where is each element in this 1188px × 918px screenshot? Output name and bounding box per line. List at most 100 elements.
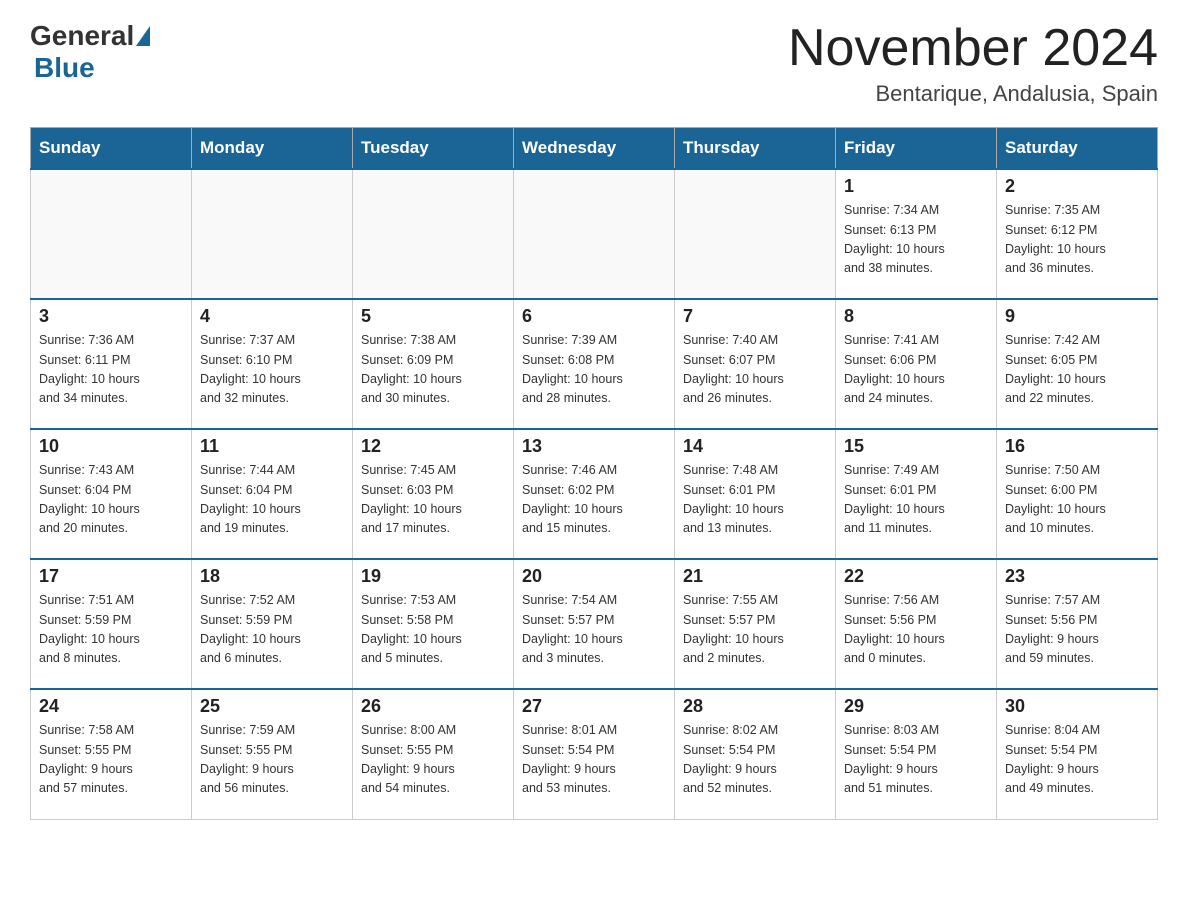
calendar-day-cell: 27 Sunrise: 8:01 AM Sunset: 5:54 PM Dayli… bbox=[514, 689, 675, 819]
day-number: 12 bbox=[361, 436, 505, 457]
day-info: Sunrise: 8:01 AM Sunset: 5:54 PM Dayligh… bbox=[522, 721, 666, 799]
day-info: Sunrise: 7:44 AM Sunset: 6:04 PM Dayligh… bbox=[200, 461, 344, 539]
calendar-day-header: Monday bbox=[192, 128, 353, 170]
logo-triangle-icon bbox=[136, 26, 150, 46]
day-number: 16 bbox=[1005, 436, 1149, 457]
calendar-day-cell: 21Sunrise: 7:55 AM Sunset: 5:57 PM Dayli… bbox=[675, 559, 836, 689]
calendar-day-cell: 3Sunrise: 7:36 AM Sunset: 6:11 PM Daylig… bbox=[31, 299, 192, 429]
day-info: Sunrise: 8:03 AM Sunset: 5:54 PM Dayligh… bbox=[844, 721, 988, 799]
day-info: Sunrise: 7:48 AM Sunset: 6:01 PM Dayligh… bbox=[683, 461, 827, 539]
calendar-day-cell: 10Sunrise: 7:43 AM Sunset: 6:04 PM Dayli… bbox=[31, 429, 192, 559]
calendar-day-cell: 29 Sunrise: 8:03 AM Sunset: 5:54 PM Dayli… bbox=[836, 689, 997, 819]
calendar-week-row: 3Sunrise: 7:36 AM Sunset: 6:11 PM Daylig… bbox=[31, 299, 1158, 429]
calendar-day-cell: 17 Sunrise: 7:51 AM Sunset: 5:59 PM Dayli… bbox=[31, 559, 192, 689]
day-number: 3 bbox=[39, 306, 183, 327]
calendar-day-cell bbox=[353, 169, 514, 299]
calendar-day-cell: 1 Sunrise: 7:34 AM Sunset: 6:13 PM Daylig… bbox=[836, 169, 997, 299]
day-info: Sunrise: 7:39 AM Sunset: 6:08 PM Dayligh… bbox=[522, 331, 666, 409]
calendar-day-cell bbox=[675, 169, 836, 299]
day-info: Sunrise: 8:02 AM Sunset: 5:54 PM Dayligh… bbox=[683, 721, 827, 799]
calendar-day-cell: 7 Sunrise: 7:40 AM Sunset: 6:07 PM Daylig… bbox=[675, 299, 836, 429]
day-info: Sunrise: 8:00 AM Sunset: 5:55 PM Dayligh… bbox=[361, 721, 505, 799]
page-header: General Blue November 2024 Bentarique, A… bbox=[30, 20, 1158, 107]
day-info: Sunrise: 7:50 AM Sunset: 6:00 PM Dayligh… bbox=[1005, 461, 1149, 539]
day-info: Sunrise: 7:34 AM Sunset: 6:13 PM Dayligh… bbox=[844, 201, 988, 279]
day-number: 22 bbox=[844, 566, 988, 587]
calendar-day-cell: 13 Sunrise: 7:46 AM Sunset: 6:02 PM Dayli… bbox=[514, 429, 675, 559]
calendar-day-cell: 14Sunrise: 7:48 AM Sunset: 6:01 PM Dayli… bbox=[675, 429, 836, 559]
calendar-day-cell: 9 Sunrise: 7:42 AM Sunset: 6:05 PM Daylig… bbox=[997, 299, 1158, 429]
calendar-week-row: 24Sunrise: 7:58 AM Sunset: 5:55 PM Dayli… bbox=[31, 689, 1158, 819]
day-number: 1 bbox=[844, 176, 988, 197]
day-info: Sunrise: 8:04 AM Sunset: 5:54 PM Dayligh… bbox=[1005, 721, 1149, 799]
day-number: 23 bbox=[1005, 566, 1149, 587]
calendar-day-cell: 24Sunrise: 7:58 AM Sunset: 5:55 PM Dayli… bbox=[31, 689, 192, 819]
calendar-day-cell: 15Sunrise: 7:49 AM Sunset: 6:01 PM Dayli… bbox=[836, 429, 997, 559]
day-number: 9 bbox=[1005, 306, 1149, 327]
calendar-day-header: Thursday bbox=[675, 128, 836, 170]
calendar-day-cell bbox=[31, 169, 192, 299]
day-number: 5 bbox=[361, 306, 505, 327]
calendar-day-cell: 11 Sunrise: 7:44 AM Sunset: 6:04 PM Dayli… bbox=[192, 429, 353, 559]
calendar-day-cell: 6 Sunrise: 7:39 AM Sunset: 6:08 PM Daylig… bbox=[514, 299, 675, 429]
day-number: 15 bbox=[844, 436, 988, 457]
day-info: Sunrise: 7:45 AM Sunset: 6:03 PM Dayligh… bbox=[361, 461, 505, 539]
calendar-day-cell: 8Sunrise: 7:41 AM Sunset: 6:06 PM Daylig… bbox=[836, 299, 997, 429]
day-number: 19 bbox=[361, 566, 505, 587]
day-info: Sunrise: 7:41 AM Sunset: 6:06 PM Dayligh… bbox=[844, 331, 988, 409]
calendar-day-header: Friday bbox=[836, 128, 997, 170]
calendar-day-header: Tuesday bbox=[353, 128, 514, 170]
calendar-day-cell: 25 Sunrise: 7:59 AM Sunset: 5:55 PM Dayli… bbox=[192, 689, 353, 819]
day-info: Sunrise: 7:55 AM Sunset: 5:57 PM Dayligh… bbox=[683, 591, 827, 669]
day-info: Sunrise: 7:43 AM Sunset: 6:04 PM Dayligh… bbox=[39, 461, 183, 539]
day-info: Sunrise: 7:59 AM Sunset: 5:55 PM Dayligh… bbox=[200, 721, 344, 799]
logo-general-text: General bbox=[30, 20, 134, 52]
day-info: Sunrise: 7:52 AM Sunset: 5:59 PM Dayligh… bbox=[200, 591, 344, 669]
day-info: Sunrise: 7:46 AM Sunset: 6:02 PM Dayligh… bbox=[522, 461, 666, 539]
day-info: Sunrise: 7:58 AM Sunset: 5:55 PM Dayligh… bbox=[39, 721, 183, 799]
logo: General Blue bbox=[30, 20, 152, 84]
day-number: 18 bbox=[200, 566, 344, 587]
day-number: 11 bbox=[200, 436, 344, 457]
day-number: 26 bbox=[361, 696, 505, 717]
calendar-week-row: 1 Sunrise: 7:34 AM Sunset: 6:13 PM Daylig… bbox=[31, 169, 1158, 299]
calendar-day-cell: 18 Sunrise: 7:52 AM Sunset: 5:59 PM Dayli… bbox=[192, 559, 353, 689]
calendar-day-cell: 5 Sunrise: 7:38 AM Sunset: 6:09 PM Daylig… bbox=[353, 299, 514, 429]
day-number: 29 bbox=[844, 696, 988, 717]
day-info: Sunrise: 7:40 AM Sunset: 6:07 PM Dayligh… bbox=[683, 331, 827, 409]
day-number: 7 bbox=[683, 306, 827, 327]
title-block: November 2024 Bentarique, Andalusia, Spa… bbox=[788, 20, 1158, 107]
day-info: Sunrise: 7:38 AM Sunset: 6:09 PM Dayligh… bbox=[361, 331, 505, 409]
calendar-day-cell: 22 Sunrise: 7:56 AM Sunset: 5:56 PM Dayli… bbox=[836, 559, 997, 689]
calendar-day-cell: 23 Sunrise: 7:57 AM Sunset: 5:56 PM Dayli… bbox=[997, 559, 1158, 689]
day-info: Sunrise: 7:35 AM Sunset: 6:12 PM Dayligh… bbox=[1005, 201, 1149, 279]
day-number: 6 bbox=[522, 306, 666, 327]
day-number: 27 bbox=[522, 696, 666, 717]
calendar-day-header: Sunday bbox=[31, 128, 192, 170]
day-info: Sunrise: 7:56 AM Sunset: 5:56 PM Dayligh… bbox=[844, 591, 988, 669]
day-info: Sunrise: 7:53 AM Sunset: 5:58 PM Dayligh… bbox=[361, 591, 505, 669]
day-number: 25 bbox=[200, 696, 344, 717]
day-info: Sunrise: 7:51 AM Sunset: 5:59 PM Dayligh… bbox=[39, 591, 183, 669]
day-number: 28 bbox=[683, 696, 827, 717]
location-title: Bentarique, Andalusia, Spain bbox=[788, 81, 1158, 107]
logo-blue-text: Blue bbox=[34, 52, 95, 83]
day-info: Sunrise: 7:57 AM Sunset: 5:56 PM Dayligh… bbox=[1005, 591, 1149, 669]
calendar-day-cell bbox=[514, 169, 675, 299]
day-info: Sunrise: 7:42 AM Sunset: 6:05 PM Dayligh… bbox=[1005, 331, 1149, 409]
calendar-day-cell: 20Sunrise: 7:54 AM Sunset: 5:57 PM Dayli… bbox=[514, 559, 675, 689]
calendar-table: SundayMondayTuesdayWednesdayThursdayFrid… bbox=[30, 127, 1158, 820]
calendar-day-cell: 12 Sunrise: 7:45 AM Sunset: 6:03 PM Dayli… bbox=[353, 429, 514, 559]
day-number: 13 bbox=[522, 436, 666, 457]
calendar-header-row: SundayMondayTuesdayWednesdayThursdayFrid… bbox=[31, 128, 1158, 170]
calendar-day-cell: 16 Sunrise: 7:50 AM Sunset: 6:00 PM Dayli… bbox=[997, 429, 1158, 559]
calendar-day-cell bbox=[192, 169, 353, 299]
calendar-day-cell: 2Sunrise: 7:35 AM Sunset: 6:12 PM Daylig… bbox=[997, 169, 1158, 299]
day-number: 30 bbox=[1005, 696, 1149, 717]
day-number: 17 bbox=[39, 566, 183, 587]
calendar-day-cell: 19 Sunrise: 7:53 AM Sunset: 5:58 PM Dayli… bbox=[353, 559, 514, 689]
day-info: Sunrise: 7:54 AM Sunset: 5:57 PM Dayligh… bbox=[522, 591, 666, 669]
day-info: Sunrise: 7:37 AM Sunset: 6:10 PM Dayligh… bbox=[200, 331, 344, 409]
calendar-day-cell: 28 Sunrise: 8:02 AM Sunset: 5:54 PM Dayli… bbox=[675, 689, 836, 819]
calendar-week-row: 10Sunrise: 7:43 AM Sunset: 6:04 PM Dayli… bbox=[31, 429, 1158, 559]
